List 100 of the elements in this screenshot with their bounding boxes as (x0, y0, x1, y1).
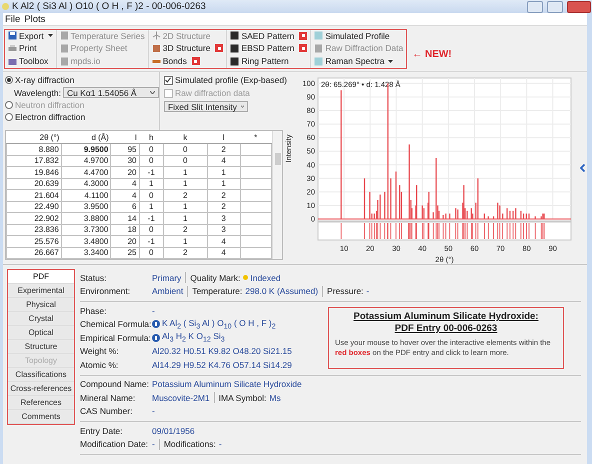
table-cell: 95 (110, 144, 139, 155)
table-cell: 0 (163, 155, 208, 166)
table-cell: 2 (163, 224, 208, 236)
table-cell: 25 (110, 247, 139, 258)
field-label: Quality Mark: (190, 272, 240, 283)
field-value[interactable]: Ms (269, 392, 281, 403)
field-value[interactable]: Al$_{3}$ H$_{2}$ K O$_{12}$ Si$_{3}$ (162, 331, 225, 344)
field-value[interactable]: Muscovite-2M1 (152, 392, 210, 403)
table-cell: 22.902 (6, 212, 62, 224)
table-cell: 20.639 (6, 178, 62, 190)
table-cell: 1 (207, 178, 240, 190)
table-cell: 19.846 (6, 166, 62, 178)
nav-tab[interactable]: References (8, 396, 74, 410)
table-cell: 1 (139, 178, 164, 190)
toolbar-button[interactable]: EBSD Pattern (230, 42, 308, 54)
field-value[interactable]: K Al$_{2}$ ( Si$_{3}$ Al ) O$_{10}$ ( O H , F )$_{2}$ (162, 318, 276, 331)
radio-option[interactable]: Electron diffraction (5, 112, 159, 122)
column-header[interactable]: * (240, 131, 272, 144)
nav-tab[interactable]: Structure (8, 340, 74, 354)
menu-item[interactable]: File (5, 14, 20, 24)
nav-tab[interactable]: PDF (8, 270, 74, 284)
table-cell: 1 (163, 236, 208, 247)
toolbar-button[interactable]: SAED Pattern (230, 30, 308, 42)
wavelength-dropdown[interactable]: Cu Kα1 1.54056 Å (62, 87, 159, 98)
table-cell: 0 (139, 190, 164, 201)
table-cell: 0 (163, 144, 208, 155)
table-cell: 3.9500 (61, 201, 111, 212)
table-cell: 4 (207, 155, 240, 166)
field-label: Compound Name: (80, 379, 150, 390)
field-label: Weight %: (80, 346, 120, 356)
field-value[interactable]: - (218, 439, 222, 450)
table-cell: 2 (207, 144, 240, 155)
table-cell: 20 (110, 166, 139, 178)
table-cell: 4 (110, 178, 139, 190)
field-value[interactable]: Ambient (152, 286, 184, 296)
intensity-dropdown[interactable]: Fixed Slit Intensity (164, 101, 248, 112)
table-cell: 14 (110, 212, 139, 224)
toolbar-button[interactable]: Bonds (152, 55, 224, 68)
toolbar-button[interactable]: Toolbox (8, 55, 53, 68)
field-label: IMA Symbol: (218, 392, 266, 403)
table-cell: 4.4700 (61, 166, 111, 178)
table-cell: 2 (163, 247, 208, 258)
table-cell: 1 (163, 201, 208, 212)
column-header[interactable]: k (163, 131, 208, 144)
nav-tab[interactable]: Classifications (8, 368, 74, 382)
toolbar-button[interactable]: 3D Structure (152, 42, 224, 54)
nav-tab[interactable]: Crystal (8, 312, 74, 326)
field-label: Mineral Name: (80, 392, 136, 403)
column-header[interactable]: I (110, 131, 139, 144)
field-value[interactable]: Al14.29 H9.52 K4.76 O57.14 Si14.29 (152, 360, 292, 370)
table-cell: 3.3400 (61, 247, 111, 258)
table-cell: 4.3000 (61, 178, 111, 190)
checkbox-option[interactable]: Simulated profile (Exp-based) (164, 75, 287, 85)
column-header[interactable]: l (207, 131, 240, 144)
table-cell: 20 (110, 236, 139, 247)
nav-tab[interactable]: Comments (8, 410, 74, 424)
field-value[interactable]: Potassium Aluminum Silicate Hydroxide (152, 379, 302, 390)
field-value[interactable]: - (366, 286, 370, 296)
table-cell: 0 (139, 247, 164, 258)
column-header[interactable]: 2θ (°) (6, 131, 62, 144)
info-title: PDF Entry 00-006-0263 (394, 323, 498, 335)
field-value[interactable]: Indexed (250, 272, 281, 283)
table-cell: 1 (163, 212, 208, 224)
nav-tab[interactable]: Cross-references (8, 382, 74, 396)
table-cell: -1 (139, 166, 164, 178)
toolbar-button[interactable]: Raman Spectra (314, 55, 404, 68)
field-value[interactable]: - (152, 439, 155, 450)
field-value[interactable]: - (152, 306, 155, 316)
field-label: Modifications: (164, 439, 216, 450)
field-value[interactable]: Primary (152, 272, 182, 283)
toolbar-button[interactable]: Simulated Profile (314, 30, 404, 42)
field-value[interactable]: - (152, 406, 155, 416)
table-cell: -1 (139, 212, 164, 224)
toolbar-button[interactable]: Ring Pattern (230, 55, 308, 68)
table-cell: 26.667 (6, 247, 62, 258)
menu-item[interactable]: Plots (24, 14, 46, 24)
field-label: Chemical Formula: (80, 319, 152, 330)
field-label: Pressure: (327, 286, 364, 296)
nav-tab[interactable]: Experimental (8, 284, 74, 298)
field-value[interactable]: 09/01/1956 (152, 426, 195, 436)
table-cell: 0 (139, 224, 164, 236)
field-value[interactable]: 298.0 K (Assumed) (245, 286, 318, 296)
column-header[interactable]: h (139, 131, 164, 144)
table-cell: 3.4800 (61, 236, 111, 247)
table-cell: 1 (207, 166, 240, 178)
table-cell: 30 (110, 155, 139, 166)
info-title: Potassium Aluminum Silicate Hydroxide: (354, 311, 538, 323)
table-cell: 0 (139, 144, 164, 155)
toolbar-button[interactable]: Print (8, 42, 53, 54)
table-cell: -1 (139, 236, 164, 247)
table-cell: 0 (139, 155, 164, 166)
field-label: Status: (80, 272, 108, 283)
nav-tab[interactable]: Optical (8, 326, 74, 340)
column-header[interactable]: d (Å) (61, 131, 111, 144)
field-label: Environment: (80, 286, 132, 296)
field-value[interactable]: Al20.32 H0.51 K9.82 O48.20 Si21.15 (152, 346, 292, 356)
toolbar-button[interactable]: Export (8, 30, 53, 42)
table-cell: 4.1100 (61, 190, 111, 201)
nav-tab[interactable]: Physical (8, 298, 74, 312)
radio-option[interactable]: X-ray diffraction (5, 75, 159, 85)
